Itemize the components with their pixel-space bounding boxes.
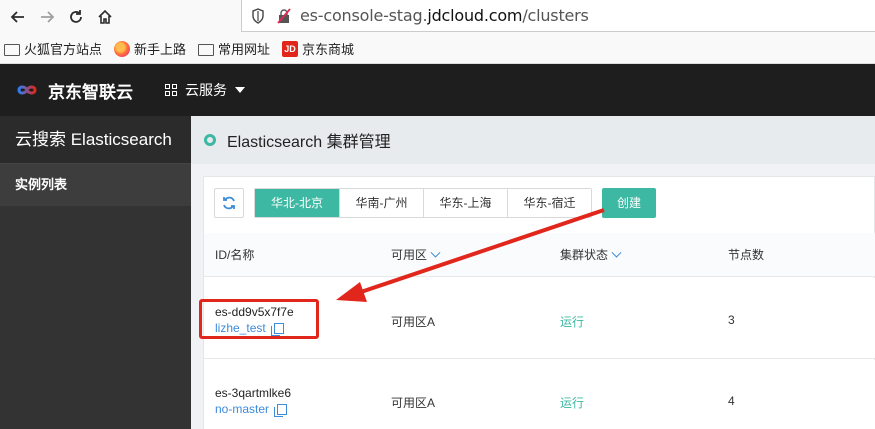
page-title: Elasticsearch 集群管理 bbox=[227, 134, 391, 151]
refresh-icon bbox=[223, 196, 235, 210]
cluster-node-count: 3 bbox=[728, 313, 735, 327]
table-header: ID/名称 可用区 集群状态 节点数 bbox=[204, 233, 875, 277]
url-domain: jdcloud.com bbox=[427, 6, 523, 25]
main-content: Elasticsearch 集群管理 华北-北京 华南-广州 华东-上海 华东-… bbox=[191, 116, 875, 429]
bookmarks-toolbar: 火狐官方站点 新手上路 常用网址 JD 京东商城 bbox=[0, 34, 875, 64]
annotation-highlight-box bbox=[199, 299, 319, 339]
create-button[interactable]: 创建 bbox=[602, 188, 656, 218]
home-icon[interactable] bbox=[94, 6, 116, 28]
url-path: /clusters bbox=[522, 6, 589, 25]
brand-logo[interactable]: 京东智联云 bbox=[10, 78, 133, 103]
bookmark-item[interactable]: 常用网址 bbox=[198, 39, 270, 58]
app-header: 京东智联云 云服务 bbox=[0, 64, 875, 116]
table-row: es-3qartmlke6 no-master 可用区A 运行 4 bbox=[204, 360, 875, 429]
brand-logo-icon bbox=[17, 85, 37, 95]
column-label: 可用区 bbox=[391, 248, 428, 262]
copy-icon[interactable] bbox=[274, 403, 288, 417]
region-tab-beijing[interactable]: 华北-北京 bbox=[255, 189, 339, 217]
refresh-button[interactable] bbox=[214, 188, 244, 218]
cluster-status: 运行 bbox=[560, 396, 585, 410]
back-icon[interactable] bbox=[7, 6, 29, 28]
cluster-zone: 可用区A bbox=[391, 315, 436, 329]
column-header-zone[interactable]: 可用区 bbox=[391, 233, 441, 277]
region-tab-guangzhou[interactable]: 华南-广州 bbox=[339, 189, 423, 217]
brand-name: 京东智联云 bbox=[48, 82, 133, 102]
bookmark-label: 京东商城 bbox=[302, 42, 355, 57]
grid-icon bbox=[165, 84, 177, 96]
cloud-services-menu[interactable]: 云服务 bbox=[165, 80, 245, 100]
column-label: 集群状态 bbox=[560, 248, 609, 262]
forward-icon[interactable] bbox=[36, 6, 58, 28]
cluster-name-link[interactable]: no-master bbox=[215, 402, 288, 417]
bookmark-label: 新手上路 bbox=[134, 42, 187, 57]
sidebar-item-instance-list[interactable]: 实例列表 bbox=[0, 164, 191, 206]
cluster-node-count: 4 bbox=[728, 394, 735, 408]
address-bar[interactable]: es-console-stag.jdcloud.com/clusters bbox=[241, 0, 875, 32]
cluster-id: es-3qartmlke6 bbox=[215, 386, 292, 400]
bookmark-label: 火狐官方站点 bbox=[24, 42, 103, 57]
chevron-down-icon[interactable] bbox=[430, 247, 441, 258]
bookmark-item[interactable]: 新手上路 bbox=[114, 39, 186, 58]
jd-icon: JD bbox=[282, 40, 299, 57]
browser-toolbar: es-console-stag.jdcloud.com/clusters bbox=[0, 0, 875, 34]
caret-down-icon bbox=[235, 87, 245, 93]
column-header-status[interactable]: 集群状态 bbox=[560, 233, 622, 277]
tracking-shield-icon[interactable] bbox=[251, 7, 265, 24]
toolbar: 华北-北京 华南-广州 华东-上海 华东-宿迁 创建 bbox=[214, 188, 656, 218]
url-text[interactable]: es-console-stag.jdcloud.com/clusters bbox=[300, 6, 589, 25]
region-tabs: 华北-北京 华南-广州 华东-上海 华东-宿迁 bbox=[254, 188, 592, 218]
page-header: Elasticsearch 集群管理 bbox=[191, 116, 875, 164]
column-label: 节点数 bbox=[728, 248, 765, 262]
cloud-services-label: 云服务 bbox=[185, 82, 227, 98]
cluster-name[interactable]: no-master bbox=[215, 402, 269, 416]
reload-icon[interactable] bbox=[65, 6, 87, 28]
column-label: ID/名称 bbox=[215, 248, 255, 262]
folder-icon bbox=[198, 43, 215, 56]
folder-icon bbox=[4, 43, 20, 56]
bookmark-item[interactable]: 火狐官方站点 bbox=[4, 39, 102, 58]
sidebar-title: 云搜索 Elasticsearch bbox=[0, 116, 191, 164]
insecure-lock-icon[interactable] bbox=[277, 7, 291, 24]
url-prefix: es-console-stag. bbox=[300, 6, 428, 25]
bookmark-item[interactable]: JD 京东商城 bbox=[282, 39, 354, 58]
title-dot-icon bbox=[204, 134, 216, 146]
bookmark-label: 常用网址 bbox=[218, 42, 271, 57]
region-tab-shanghai[interactable]: 华东-上海 bbox=[423, 189, 507, 217]
firefox-icon bbox=[114, 40, 131, 57]
cluster-status: 运行 bbox=[560, 315, 585, 329]
region-tab-suqian[interactable]: 华东-宿迁 bbox=[507, 189, 591, 217]
sidebar: 云搜索 Elasticsearch 实例列表 bbox=[0, 116, 191, 429]
column-header-nodes: 节点数 bbox=[728, 233, 764, 277]
column-header-id-name: ID/名称 bbox=[215, 233, 254, 277]
cluster-zone: 可用区A bbox=[391, 396, 436, 410]
chevron-down-icon[interactable] bbox=[611, 247, 622, 258]
